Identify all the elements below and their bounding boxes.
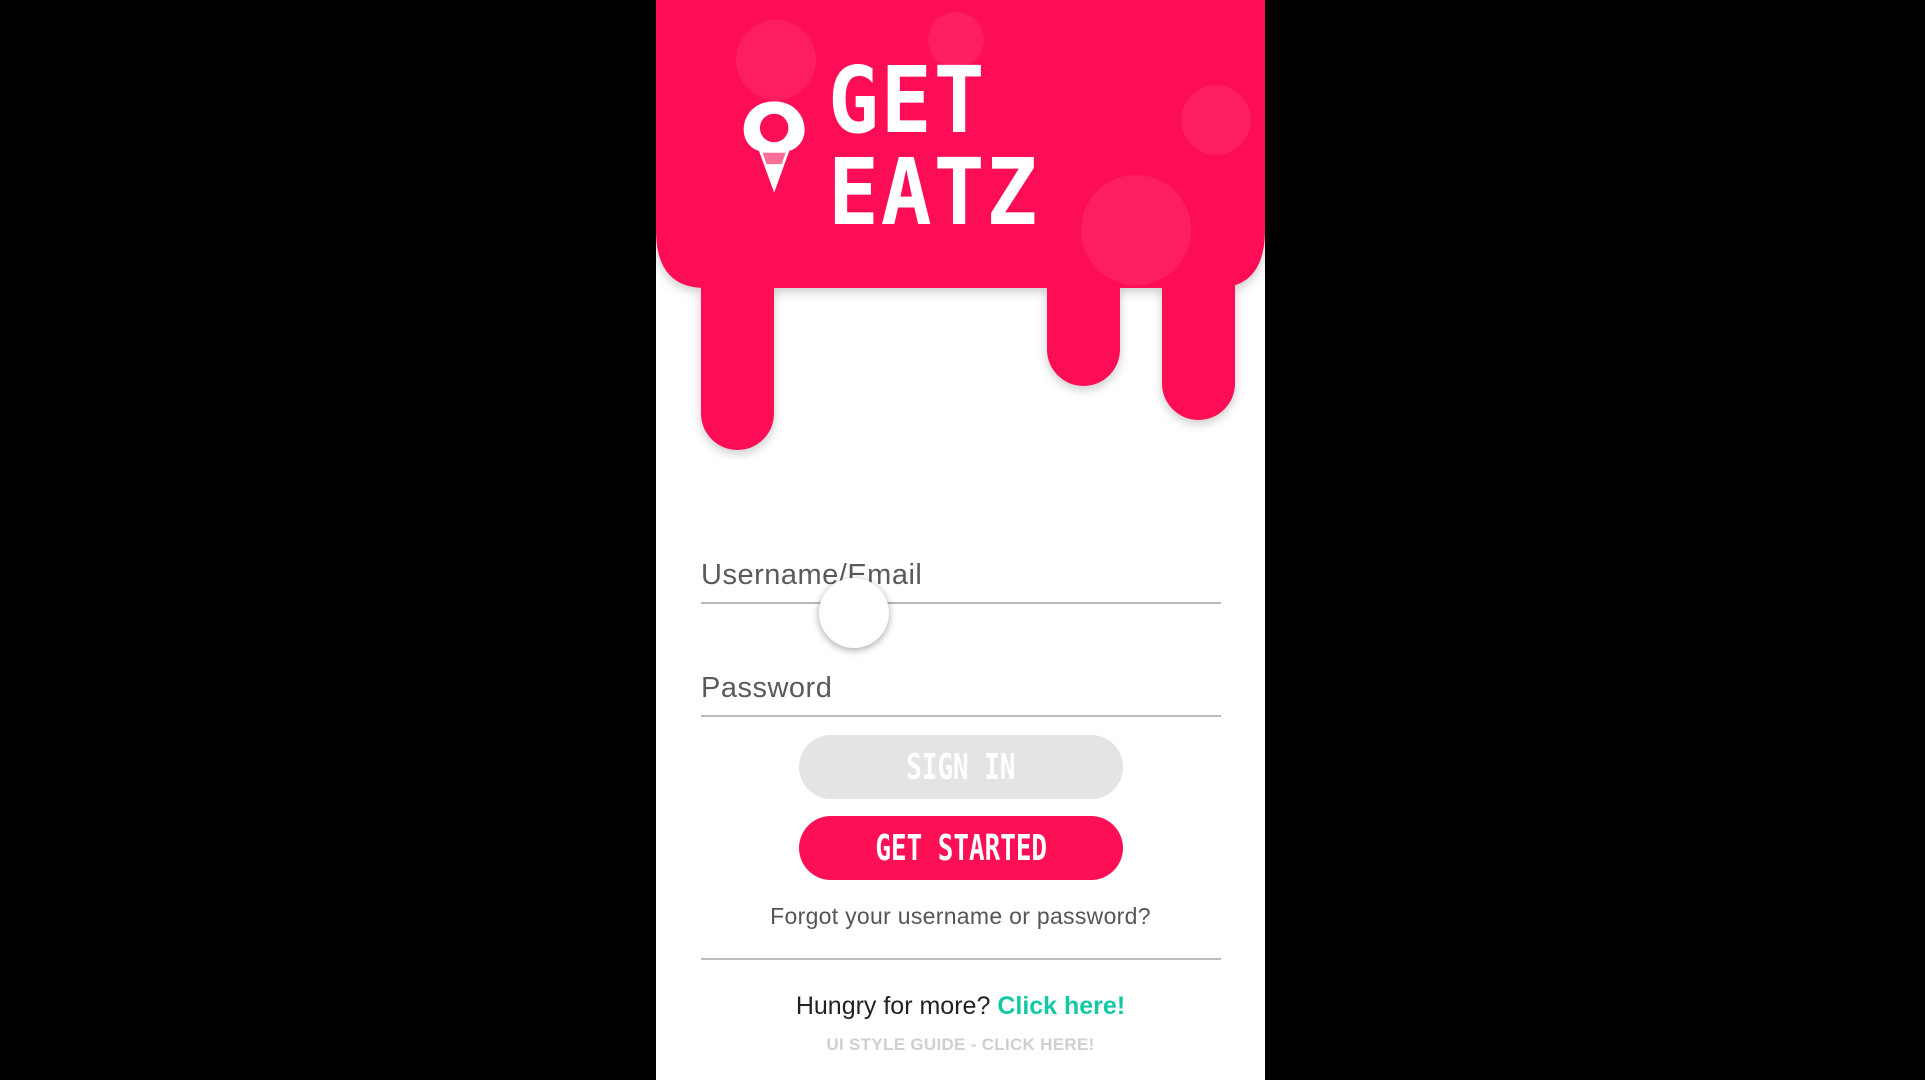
hungry-prompt: Hungry for more? Click here! [656, 992, 1265, 1021]
app-logo: GET EATZ [738, 55, 1265, 239]
username-field[interactable] [701, 552, 1221, 604]
username-input[interactable] [701, 552, 1221, 598]
get-started-button[interactable]: GET STARTED [799, 816, 1123, 880]
brand-name: GET EATZ [828, 47, 1040, 246]
hungry-text: Hungry for more? [795, 992, 991, 1020]
sign-in-button[interactable]: SIGN IN [799, 735, 1123, 799]
password-field[interactable] [701, 665, 1221, 717]
password-input[interactable] [701, 665, 1221, 711]
touch-indicator [819, 578, 889, 648]
divider [701, 958, 1221, 960]
get-started-label: GET STARTED [875, 827, 1047, 869]
style-guide-link[interactable]: UI STYLE GUIDE - CLICK HERE! [656, 1035, 1265, 1055]
ice-cream-pin-icon [743, 101, 805, 193]
click-here-link[interactable]: Click here! [997, 992, 1125, 1020]
forgot-credentials-link[interactable]: Forgot your username or password? [656, 903, 1265, 930]
sign-in-label: SIGN IN [906, 746, 1016, 788]
phone-screen: GET EATZ SIGN IN GET STARTED Forgot your… [656, 0, 1265, 1080]
